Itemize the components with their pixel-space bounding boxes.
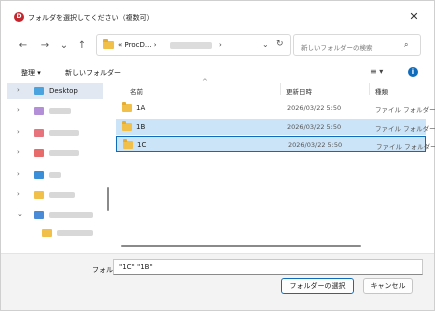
sidebar-item[interactable]: › [7,145,103,161]
sidebar-item[interactable]: › [7,125,103,141]
sidebar-item-label: Desktop [49,87,78,95]
chevron-right-icon[interactable]: › [17,148,20,156]
sort-ascending-icon: ^ [202,78,208,86]
navigation-pane: › Desktop › › › › › ⌄ [7,81,109,251]
sidebar-item-redacted [49,172,61,178]
new-folder-button[interactable]: 新しいフォルダー [65,68,121,78]
folder-icon [34,107,44,115]
folder-icon [34,129,44,137]
sidebar-item[interactable]: › [7,103,103,119]
file-date: 2026/03/22 5:50 [287,104,342,112]
column-headers: 名前 ^ 更新日時 種類 [116,78,426,97]
breadcrumb-separator: › [219,41,222,49]
footer-panel: フォルダー: "1C" "1B" フォルダーの選択 キャンセル [1,253,434,310]
search-input[interactable]: 新しいフォルダーの検索 ⌕ [293,34,421,56]
sidebar-item[interactable]: › [7,187,103,203]
file-type: ファイル フォルダー [376,143,435,151]
sidebar-item[interactable]: › [7,167,103,183]
chevron-down-icon[interactable]: ⌄ [17,210,23,218]
folder-picker-dialog: D フォルダを選択してください（複数可） ✕ ← → ⌄ ↑ « ProcD..… [0,0,435,311]
folder-icon [34,171,44,179]
sidebar-item[interactable]: ⌄ [7,207,103,223]
breadcrumb[interactable]: « ProcD... › [118,41,157,49]
sidebar-item-redacted [49,108,71,114]
sidebar-item-redacted [57,230,93,236]
breadcrumb-redacted-segment[interactable] [170,42,212,49]
dialog-title: フォルダを選択してください（複数可） [28,14,154,22]
view-options-button[interactable]: ≡ ▾ [370,67,383,76]
chevron-right-icon[interactable]: › [17,170,20,178]
up-button[interactable]: ↑ [75,39,89,53]
cancel-button[interactable]: キャンセル [363,278,413,294]
recent-locations-button[interactable]: ⌄ [57,39,71,53]
folder-name-field[interactable]: "1C" "1B" [113,259,423,275]
sidebar-item-redacted [49,212,93,218]
navigation-scrollbar[interactable] [107,187,109,211]
address-bar[interactable]: « ProcD... › › ⌄ ↻ [96,34,291,56]
column-header-type[interactable]: 種類 [375,86,388,96]
folder-icon [122,121,132,131]
folder-icon [103,39,114,49]
column-header-date[interactable]: 更新日時 [286,86,312,96]
sidebar-item-desktop[interactable]: › Desktop [7,83,103,99]
sidebar-item-redacted [49,150,79,156]
title-bar: D フォルダを選択してください（複数可） ✕ [1,1,434,31]
file-name: 1C [137,141,147,149]
close-button[interactable]: ✕ [405,9,423,25]
chevron-right-icon[interactable]: › [17,190,20,198]
folder-icon [34,191,44,199]
folder-icon [122,102,132,112]
file-name: 1A [136,104,146,112]
desktop-icon [34,87,44,95]
folder-icon [42,229,52,237]
chevron-right-icon[interactable]: › [17,86,20,94]
details-pane-icon[interactable]: i [408,67,418,77]
column-divider[interactable] [369,83,370,95]
file-row[interactable]: 1C 2026/03/22 5:50 ファイル フォルダー [116,136,435,152]
folder-icon [34,211,44,219]
sidebar-item-redacted [49,192,75,198]
file-date: 2026/03/22 5:50 [287,123,342,131]
file-row[interactable]: 1B 2026/03/22 5:50 ファイル フォルダー [116,119,435,135]
file-name: 1B [136,123,146,131]
folder-icon [123,139,133,149]
horizontal-scrollbar[interactable] [121,245,361,247]
file-date: 2026/03/22 5:50 [288,141,343,149]
column-divider[interactable] [280,83,281,95]
file-type: ファイル フォルダー [375,125,435,133]
sidebar-item[interactable] [7,225,103,241]
refresh-icon[interactable]: ↻ [276,39,284,49]
address-dropdown-icon[interactable]: ⌄ [262,40,269,49]
column-header-name[interactable]: 名前 [130,86,143,96]
organize-menu[interactable]: 整理 ▾ [21,68,41,78]
forward-button[interactable]: → [38,39,52,53]
folder-icon [34,149,44,157]
sidebar-item-redacted [49,130,79,136]
chevron-right-icon[interactable]: › [17,106,20,114]
file-row[interactable]: 1A 2026/03/22 5:50 ファイル フォルダー [116,100,435,116]
file-type: ファイル フォルダー [375,106,435,114]
search-icon[interactable]: ⌕ [404,40,408,50]
select-folder-button[interactable]: フォルダーの選択 [281,278,354,294]
search-placeholder: 新しいフォルダーの検索 [301,44,373,52]
app-logo-icon: D [14,12,24,22]
chevron-right-icon[interactable]: › [17,128,20,136]
back-button[interactable]: ← [16,39,30,53]
